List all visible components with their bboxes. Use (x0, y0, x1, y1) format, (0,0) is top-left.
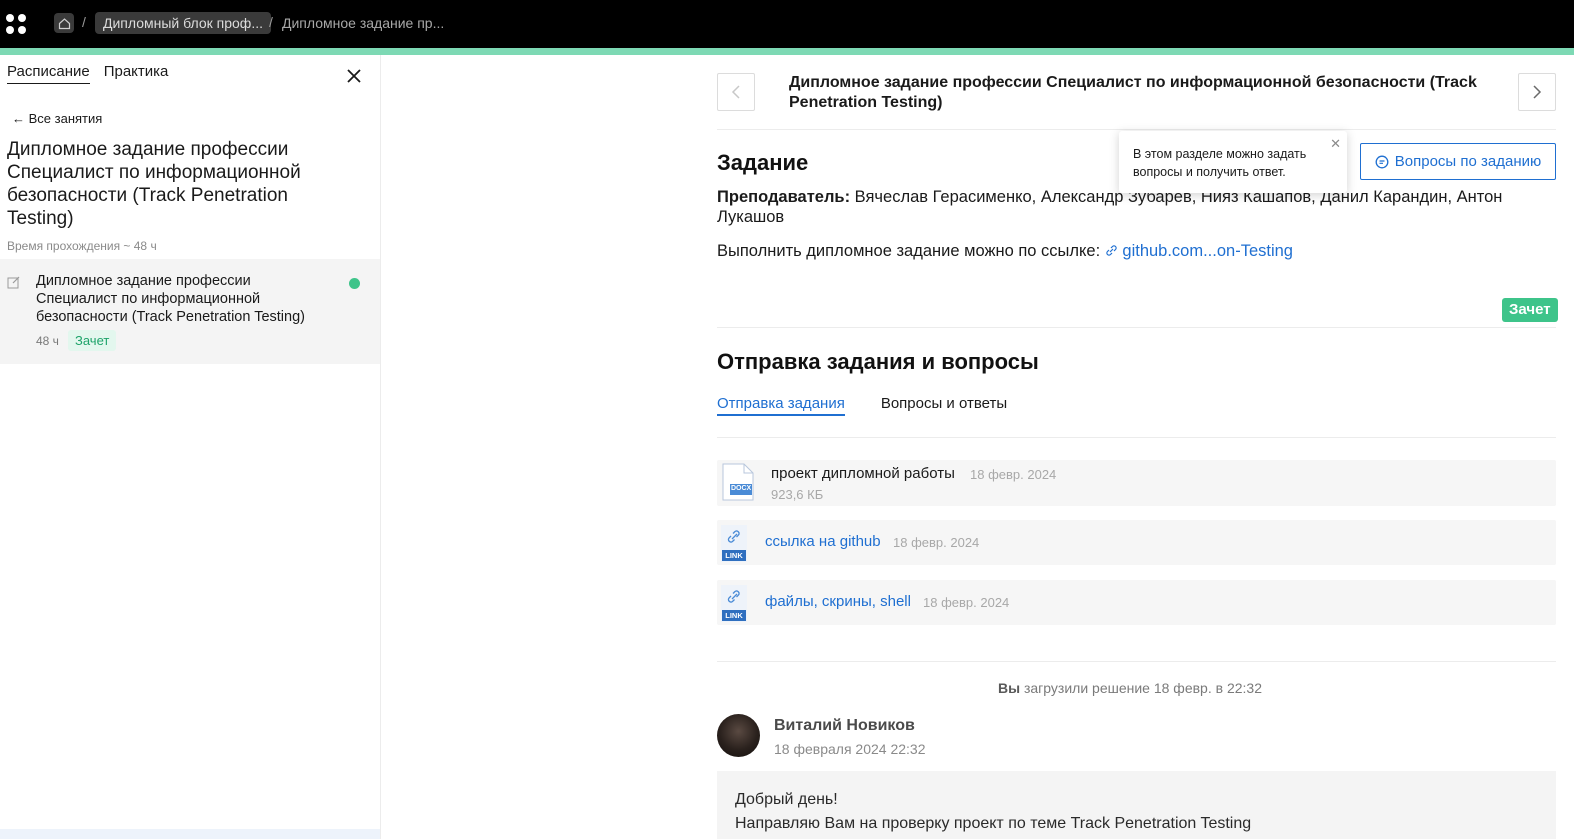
divider (717, 437, 1556, 438)
file-name[interactable]: файлы, скрины, shell (765, 593, 911, 610)
teacher-label: Преподаватель: (717, 188, 851, 206)
breadcrumb-current: Дипломное задание пр... (282, 15, 445, 31)
comment-date: 18 февраля 2024 22:32 (774, 741, 926, 757)
divider (717, 327, 1556, 328)
teacher-line: Преподаватель: Вячеслав Герасименко, Але… (717, 187, 1557, 227)
link-icon (1106, 245, 1117, 256)
top-bar: / Дипломный блок проф... / Дипломное зад… (0, 0, 1574, 48)
comment-line: Направляю Вам на проверку проект по теме… (735, 815, 1252, 832)
task-link-label: github.com...on-Testing (1122, 242, 1293, 260)
link-file-icon: LINK (721, 525, 747, 562)
prev-lesson-button[interactable] (717, 73, 755, 111)
comment-line: Добрый день! (735, 791, 838, 808)
breadcrumb-separator: / (269, 14, 273, 30)
tab-practice[interactable]: Практика (104, 63, 169, 84)
chat-icon (1375, 155, 1389, 168)
arrow-left-icon: ← (12, 111, 25, 126)
sidebar-footer (0, 829, 380, 839)
back-link-label: Все занятия (28, 111, 103, 126)
comment-author: Виталий Новиков (774, 717, 915, 734)
close-icon[interactable]: ✕ (1330, 135, 1341, 153)
breadcrumb-course[interactable]: Дипломный блок проф... (95, 12, 271, 34)
sidebar-title: Дипломное задание профессии Специалист п… (7, 139, 301, 229)
file-date: 18 февр. 2024 (893, 535, 980, 550)
questions-button[interactable]: Вопросы по заданию (1360, 143, 1556, 180)
logo-icon[interactable] (6, 14, 26, 34)
divider (717, 129, 1556, 130)
upload-text: загрузили решение 18 февр. в 22:32 (1023, 680, 1262, 696)
comment-message: Добрый день! Направляю Вам на проверку п… (717, 771, 1556, 839)
lesson-hours: 48 ч (36, 334, 59, 348)
status-badge: Зачет (68, 330, 117, 351)
submission-tabs: Отправка задания Вопросы и ответы (717, 395, 1007, 416)
edit-icon (7, 275, 21, 289)
task-link[interactable]: github.com...on-Testing (1105, 242, 1293, 260)
page-title: Дипломное задание профессии Специалист п… (789, 74, 1477, 111)
file-item[interactable]: LINK файлы, скрины, shell 18 февр. 2024 (717, 580, 1556, 625)
tab-submission[interactable]: Отправка задания (717, 395, 845, 416)
grade-badge: Зачет (1502, 298, 1558, 322)
tab-schedule[interactable]: Расписание (7, 63, 90, 84)
upload-actor: Вы (998, 680, 1021, 696)
accent-line (0, 48, 1574, 55)
avatar[interactable] (717, 714, 760, 757)
link-file-icon: LINK (721, 585, 747, 622)
task-heading: Задание (717, 150, 809, 175)
lesson-item[interactable]: Дипломное задание профессии Специалист п… (0, 259, 380, 364)
chevron-left-icon (731, 85, 740, 99)
chevron-right-icon (1533, 85, 1542, 99)
home-icon[interactable] (54, 13, 74, 33)
lesson-title: Дипломное задание профессии Специалист п… (36, 273, 305, 325)
file-name[interactable]: ссылка на github (765, 533, 881, 550)
file-type-label: DOCX (731, 485, 752, 492)
tooltip-text: В этом разделе можно задать вопросы и по… (1133, 147, 1307, 179)
close-icon[interactable] (345, 67, 363, 85)
file-type-label: LINK (722, 550, 746, 561)
submission-heading: Отправка задания и вопросы (717, 349, 1039, 374)
file-size: 923,6 КБ (771, 487, 824, 502)
task-description: Выполнить дипломное задание можно по ссы… (717, 242, 1293, 261)
file-item[interactable]: DOCX проект дипломной работы 18 февр. 20… (717, 460, 1556, 506)
task-text: Выполнить дипломное задание можно по ссы… (717, 242, 1101, 260)
breadcrumb-separator: / (82, 14, 86, 30)
tab-questions[interactable]: Вопросы и ответы (881, 395, 1007, 416)
next-lesson-button[interactable] (1518, 73, 1556, 111)
back-to-lessons-link[interactable]: ← Все занятия (12, 111, 102, 126)
file-date: 18 февр. 2024 (970, 467, 1057, 482)
file-item[interactable]: LINK ссылка на github 18 февр. 2024 (717, 520, 1556, 565)
docx-file-icon: DOCX (722, 463, 754, 501)
file-name[interactable]: проект дипломной работы (771, 465, 955, 482)
questions-button-label: Вопросы по заданию (1394, 153, 1542, 170)
tooltip: В этом разделе можно задать вопросы и по… (1119, 131, 1347, 193)
status-dot (349, 278, 360, 289)
upload-status: Вы загрузили решение 18 февр. в 22:32 (998, 680, 1262, 696)
sidebar-tabs: Расписание Практика (7, 63, 168, 84)
duration-text: Время прохождения ~ 48 ч (7, 239, 157, 253)
file-type-label: LINK (722, 610, 746, 621)
divider (717, 661, 1556, 662)
file-date: 18 февр. 2024 (923, 595, 1010, 610)
sidebar: Расписание Практика ← Все занятия Диплом… (0, 55, 381, 839)
